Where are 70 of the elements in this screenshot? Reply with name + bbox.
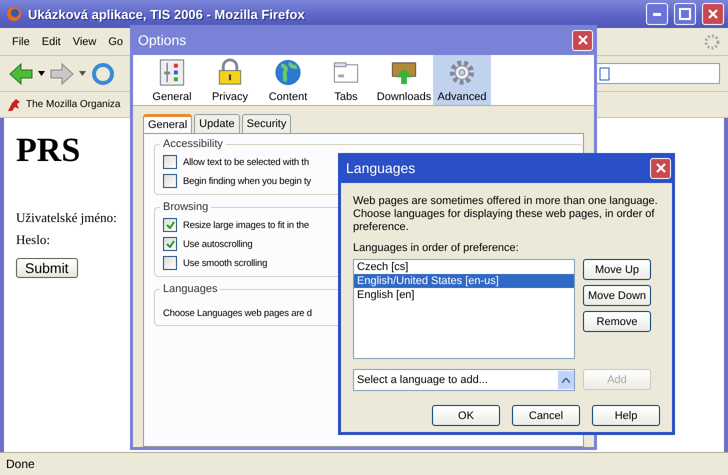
page-heading: PRS xyxy=(16,132,80,170)
list-item[interactable]: Czech [cs] xyxy=(354,260,574,274)
close-button[interactable] xyxy=(702,3,724,25)
address-field[interactable] xyxy=(596,63,720,84)
checkbox-label: Allow text to be selected with th xyxy=(183,156,309,168)
back-arrow-icon xyxy=(8,62,34,86)
maximize-icon xyxy=(679,8,691,20)
close-icon xyxy=(707,8,719,20)
field-label: Uživatelské jméno: xyxy=(16,210,117,226)
list-item[interactable]: English [en] xyxy=(354,288,574,302)
list-label: Languages in order of preference: xyxy=(353,242,520,255)
tab[interactable]: Security xyxy=(242,114,292,133)
close-button[interactable] xyxy=(650,158,671,178)
dialog-button[interactable]: OK xyxy=(432,405,500,426)
close-icon xyxy=(654,162,666,174)
pane-button[interactable]: Downloads xyxy=(375,55,433,105)
menu-item[interactable]: Edit xyxy=(36,34,67,50)
close-button[interactable] xyxy=(572,30,593,50)
checkbox-label: Use autoscrolling xyxy=(183,238,252,250)
back-button[interactable] xyxy=(8,62,34,86)
pane-button[interactable]: Advanced xyxy=(433,55,491,105)
group-text: Choose Languages web pages are d xyxy=(163,308,313,319)
checkbox-label: Use smooth scrolling xyxy=(183,258,268,268)
menu-item[interactable]: View xyxy=(66,34,102,50)
menu-item[interactable]: File xyxy=(6,34,36,50)
list-item[interactable]: English/United States [en-us] xyxy=(354,274,574,288)
checkbox[interactable] xyxy=(163,155,177,169)
submit-button[interactable]: Submit xyxy=(16,258,78,278)
minimize-button[interactable] xyxy=(646,3,668,25)
checkbox[interactable] xyxy=(163,174,177,188)
bookmark-link[interactable]: The Mozilla Organiza xyxy=(26,99,120,110)
dialog-button[interactable]: Help xyxy=(592,405,660,426)
tab[interactable]: Update xyxy=(194,114,240,133)
description-text: Web pages are sometimes offered in more than one language. Choose languages for displaying these web pages, in order of preference. xyxy=(353,195,659,234)
pane-button[interactable]: Content xyxy=(259,55,317,105)
side-button[interactable]: Move Down xyxy=(583,285,651,306)
checkbox[interactable] xyxy=(163,218,177,232)
group-legend: Browsing xyxy=(160,201,212,213)
check-icon xyxy=(166,221,174,229)
status-text: Done xyxy=(6,457,35,471)
checkbox[interactable] xyxy=(163,237,177,251)
window-title: Ukázková aplikace, TIS 2006 - Mozilla Firefox xyxy=(28,6,306,22)
maximize-button[interactable] xyxy=(674,3,696,25)
throbber-icon xyxy=(704,34,720,50)
pane-button[interactable]: General xyxy=(143,55,201,105)
forward-arrow-icon xyxy=(49,62,75,86)
group-legend: Languages xyxy=(160,283,220,295)
checkbox[interactable] xyxy=(163,256,177,270)
language-select[interactable]: Select a language to add... xyxy=(353,369,575,391)
group-legend: Accessibility xyxy=(160,138,226,150)
window-title: Options xyxy=(138,32,188,48)
window-title: Languages xyxy=(346,160,416,176)
checkbox-label: Begin finding when you begin ty xyxy=(183,176,311,186)
pane-button[interactable]: Privacy xyxy=(201,55,259,105)
check-icon xyxy=(166,240,174,248)
checkbox-label: Resize large images to fit in the xyxy=(183,220,309,230)
tab[interactable]: General xyxy=(143,114,192,133)
dropdown-arrow-icon[interactable] xyxy=(38,71,45,76)
language-list[interactable]: Czech [cs] English/United States [en-us] English [en] xyxy=(353,259,575,359)
pane-button[interactable]: Tabs xyxy=(317,55,375,105)
firefox-logo-icon xyxy=(6,6,22,22)
menu-item[interactable]: Go xyxy=(102,34,130,50)
side-button[interactable]: Remove xyxy=(583,311,651,332)
side-button[interactable]: Move Up xyxy=(583,259,651,280)
minimize-icon xyxy=(653,12,661,16)
field-label: Heslo: xyxy=(16,232,50,248)
dialog-button[interactable]: Cancel xyxy=(512,405,580,426)
page-icon xyxy=(599,66,611,80)
close-icon xyxy=(576,34,588,46)
dropdown-arrow-icon[interactable] xyxy=(79,71,86,76)
